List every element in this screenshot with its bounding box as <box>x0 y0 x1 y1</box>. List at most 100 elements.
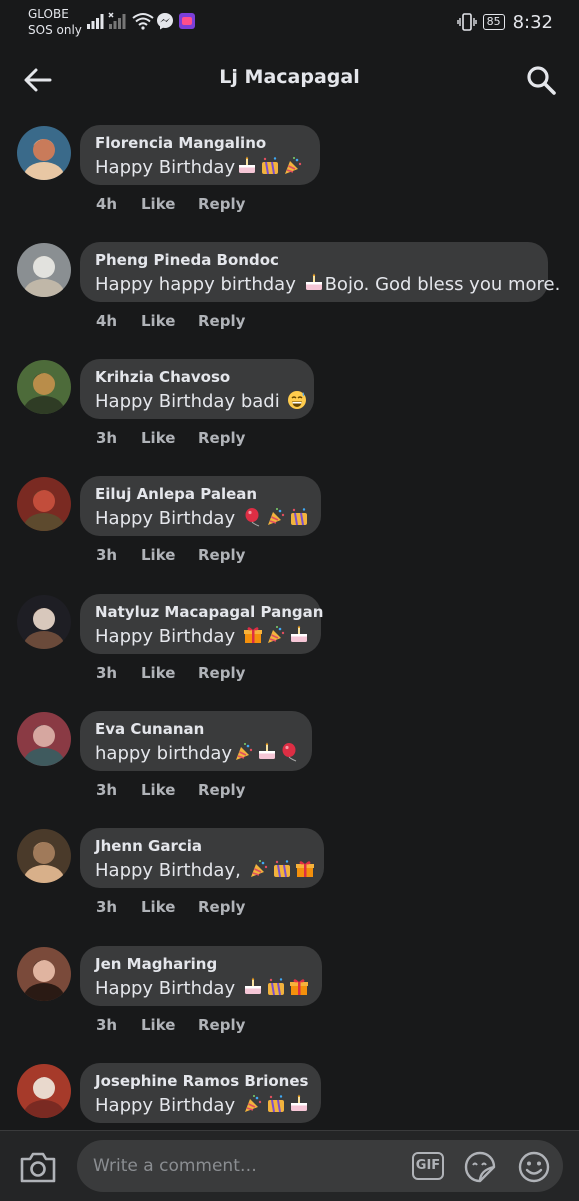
comment-bubble[interactable]: Jen Magharing Happy Birthday <box>80 946 322 1006</box>
comment-bubble[interactable]: Pheng Pineda Bondoc Happy happy birthday … <box>80 242 560 302</box>
comment-bubble[interactable]: Eva Cunanan happy birthday <box>80 711 312 771</box>
like-button[interactable]: Like <box>141 312 198 330</box>
carrier-status: SOS only <box>28 23 82 37</box>
signal-icon <box>87 14 104 29</box>
battery-indicator: 85 <box>482 14 505 30</box>
comment-bubble[interactable]: Josephine Ramos Briones Happy Birthday <box>80 1063 321 1123</box>
comment-time: 4h <box>96 312 118 330</box>
like-button[interactable]: Like <box>141 429 198 447</box>
comment-body: Happy Birthday <box>95 507 310 529</box>
reply-button[interactable]: Reply <box>198 195 245 213</box>
commenter-name[interactable]: Josephine Ramos Briones <box>95 1072 308 1090</box>
sticker-icon[interactable] <box>463 1150 497 1184</box>
comment-text: Happy Birthday, <box>95 860 247 881</box>
camera-icon[interactable] <box>18 1149 58 1185</box>
avatar[interactable] <box>17 360 71 414</box>
comment-body: Happy Birthday <box>95 156 304 178</box>
avatar[interactable] <box>17 1064 71 1118</box>
comment-text: Happy Birthday badi <box>95 391 286 412</box>
commenter-name[interactable]: Pheng Pineda Bondoc <box>95 251 279 269</box>
balloon-emoji-icon <box>282 743 297 762</box>
cake-emoji-icon <box>239 156 256 173</box>
confetti-emoji-icon <box>273 860 290 878</box>
comment-bubble[interactable]: Florencia Mangalino Happy Birthday <box>80 125 320 185</box>
avatar[interactable] <box>17 712 71 766</box>
cake-emoji-icon <box>244 977 261 994</box>
comment-text: Happy Birthday <box>95 626 241 647</box>
avatar[interactable] <box>17 829 71 883</box>
carrier-info: GLOBE SOS only <box>28 6 82 38</box>
avatar[interactable] <box>17 243 71 297</box>
comment-time: 4h <box>96 195 118 213</box>
commenter-name[interactable]: Jen Magharing <box>95 955 217 973</box>
comment-time: 3h <box>96 1016 118 1034</box>
commenter-name[interactable]: Eva Cunanan <box>95 720 204 738</box>
comment-composer: Write a comment… GIF <box>0 1130 579 1201</box>
carrier-name: GLOBE <box>28 7 69 21</box>
status-bar: GLOBE SOS only 85 8:32 <box>0 0 579 44</box>
commenter-name[interactable]: Jhenn Garcia <box>95 837 202 855</box>
confetti-emoji-icon <box>267 1095 284 1113</box>
reply-button[interactable]: Reply <box>198 898 245 916</box>
like-button[interactable]: Like <box>141 664 198 682</box>
commenter-name[interactable]: Krihzia Chavoso <box>95 368 230 386</box>
comment-body: Happy Birthday <box>95 625 310 647</box>
vibrate-icon <box>456 13 477 31</box>
comment-bubble[interactable]: Jhenn Garcia Happy Birthday, <box>80 828 324 888</box>
comment-actions: 3h Like Reply <box>96 1016 245 1034</box>
party-emoji-icon <box>250 860 267 877</box>
reply-button[interactable]: Reply <box>198 312 245 330</box>
comment-actions: 3h Like Reply <box>96 898 245 916</box>
avatar[interactable] <box>17 595 71 649</box>
comment-body: Happy Birthday <box>95 977 310 999</box>
gif-button[interactable]: GIF <box>412 1152 444 1180</box>
comment-input[interactable]: Write a comment… GIF <box>77 1140 563 1192</box>
comment-time: 3h <box>96 664 118 682</box>
avatar[interactable] <box>17 126 71 180</box>
clock: 8:32 <box>512 11 553 33</box>
reply-button[interactable]: Reply <box>198 664 245 682</box>
like-button[interactable]: Like <box>141 898 198 916</box>
comment-text: Happy Birthday <box>95 1095 241 1116</box>
comment-item: Pheng Pineda Bondoc Happy happy birthday … <box>0 242 579 359</box>
reply-button[interactable]: Reply <box>198 546 245 564</box>
reply-button[interactable]: Reply <box>198 429 245 447</box>
reply-button[interactable]: Reply <box>198 781 245 799</box>
commenter-name[interactable]: Natyluz Macapagal Pangan <box>95 603 323 621</box>
like-button[interactable]: Like <box>141 1016 198 1034</box>
signal-off-icon <box>108 12 126 29</box>
search-icon[interactable] <box>525 64 557 96</box>
comment-body: Happy happy birthday Bojo. God bless you… <box>95 273 560 295</box>
gift-emoji-icon <box>295 861 314 877</box>
messenger-icon <box>157 13 173 30</box>
party-emoji-icon <box>267 508 285 525</box>
balloon-emoji-icon <box>245 508 260 527</box>
cake-emoji-icon <box>305 273 322 290</box>
emoji-icon[interactable] <box>517 1150 551 1184</box>
party-emoji-icon <box>236 743 253 760</box>
comment-body: Happy Birthday, <box>95 859 316 881</box>
wifi-icon <box>132 13 154 30</box>
comment-time: 3h <box>96 546 118 564</box>
comment-actions: 3h Like Reply <box>96 429 245 447</box>
gift-emoji-icon <box>289 979 308 995</box>
reply-button[interactable]: Reply <box>198 1016 245 1034</box>
comment-bubble[interactable]: Eiluj Anlepa Palean Happy Birthday <box>80 476 321 536</box>
comment-bubble[interactable]: Natyluz Macapagal Pangan Happy Birthday <box>80 594 323 654</box>
comment-bubble[interactable]: Krihzia Chavoso Happy Birthday badi <box>80 359 314 419</box>
like-button[interactable]: Like <box>141 195 198 213</box>
gift-emoji-icon <box>243 627 262 643</box>
avatar[interactable] <box>17 947 71 1001</box>
comment-time: 3h <box>96 781 118 799</box>
confetti-emoji-icon <box>290 508 307 526</box>
like-button[interactable]: Like <box>141 546 198 564</box>
commenter-name[interactable]: Florencia Mangalino <box>95 134 266 152</box>
avatar[interactable] <box>17 477 71 531</box>
comment-text-continued: Bojo. God bless you more. <box>324 274 561 295</box>
commenter-name[interactable]: Eiluj Anlepa Palean <box>95 485 257 503</box>
like-button[interactable]: Like <box>141 781 198 799</box>
comment-time: 3h <box>96 898 118 916</box>
grin-sweat-emoji-icon <box>288 391 307 409</box>
status-right: 85 8:32 <box>456 10 553 34</box>
comment-text: Happy Birthday <box>95 157 236 178</box>
